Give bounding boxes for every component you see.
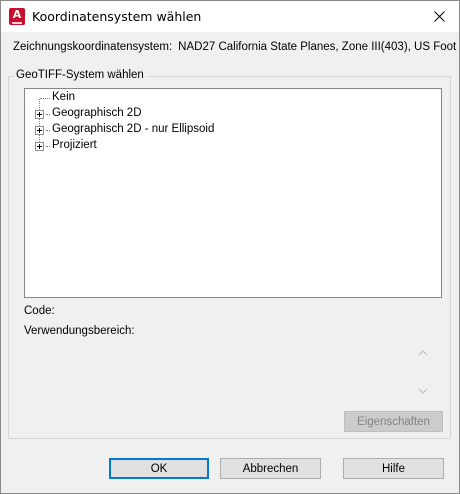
tree-branch-line — [46, 130, 50, 131]
expand-plus-icon[interactable] — [35, 110, 44, 119]
title-bar[interactable]: A Koordinatensystem wählen — [1, 1, 459, 32]
tree-item-label: Geographisch 2D — [52, 107, 142, 119]
cancel-button[interactable]: Abbrechen — [220, 458, 321, 479]
tree-item-kein[interactable]: Kein — [25, 90, 441, 106]
drawing-coordinate-system: Zeichnungskoordinatensystem: NAD27 Califo… — [13, 41, 456, 53]
tree-branch-line — [40, 98, 50, 99]
autocad-icon: A — [9, 8, 25, 25]
properties-button[interactable]: Eigenschaften — [344, 411, 443, 432]
close-icon — [433, 11, 445, 22]
help-button[interactable]: Hilfe — [343, 458, 444, 479]
tree-item-projiziert[interactable]: Projiziert — [25, 138, 441, 154]
tree-branch-line — [46, 146, 50, 147]
tree-item-label: Geographisch 2D - nur Ellipsoid — [52, 123, 215, 135]
tree-item-geographisch-2d[interactable]: Geographisch 2D — [25, 106, 441, 122]
app-icon-letter: A — [12, 8, 22, 21]
scroll-up-icon[interactable] — [418, 348, 428, 358]
tree-item-label: Kein — [52, 91, 76, 103]
code-label: Code: — [24, 305, 55, 317]
usage-scrollbar[interactable] — [414, 343, 432, 401]
geotiff-tree[interactable]: Kein Geographisch 2D Geographisch 2D - n… — [24, 88, 442, 298]
usage-label: Verwendungsbereich: — [24, 325, 135, 337]
ok-button[interactable]: OK — [109, 458, 209, 479]
tree-item-geographisch-2d-ellipsoid[interactable]: Geographisch 2D - nur Ellipsoid — [25, 122, 441, 138]
close-button[interactable] — [419, 1, 459, 32]
scroll-down-icon[interactable] — [418, 386, 428, 396]
tree-branch-line — [46, 114, 50, 115]
expand-plus-icon[interactable] — [35, 142, 44, 151]
expand-plus-icon[interactable] — [35, 126, 44, 135]
drawing-cs-value: NAD27 California State Planes, Zone III(… — [178, 41, 457, 53]
tree-item-label: Projiziert — [52, 139, 97, 151]
geotiff-group-label: GeoTIFF-System wählen — [13, 69, 147, 81]
window-title: Koordinatensystem wählen — [32, 9, 202, 24]
drawing-cs-label: Zeichnungskoordinatensystem: — [13, 41, 173, 53]
